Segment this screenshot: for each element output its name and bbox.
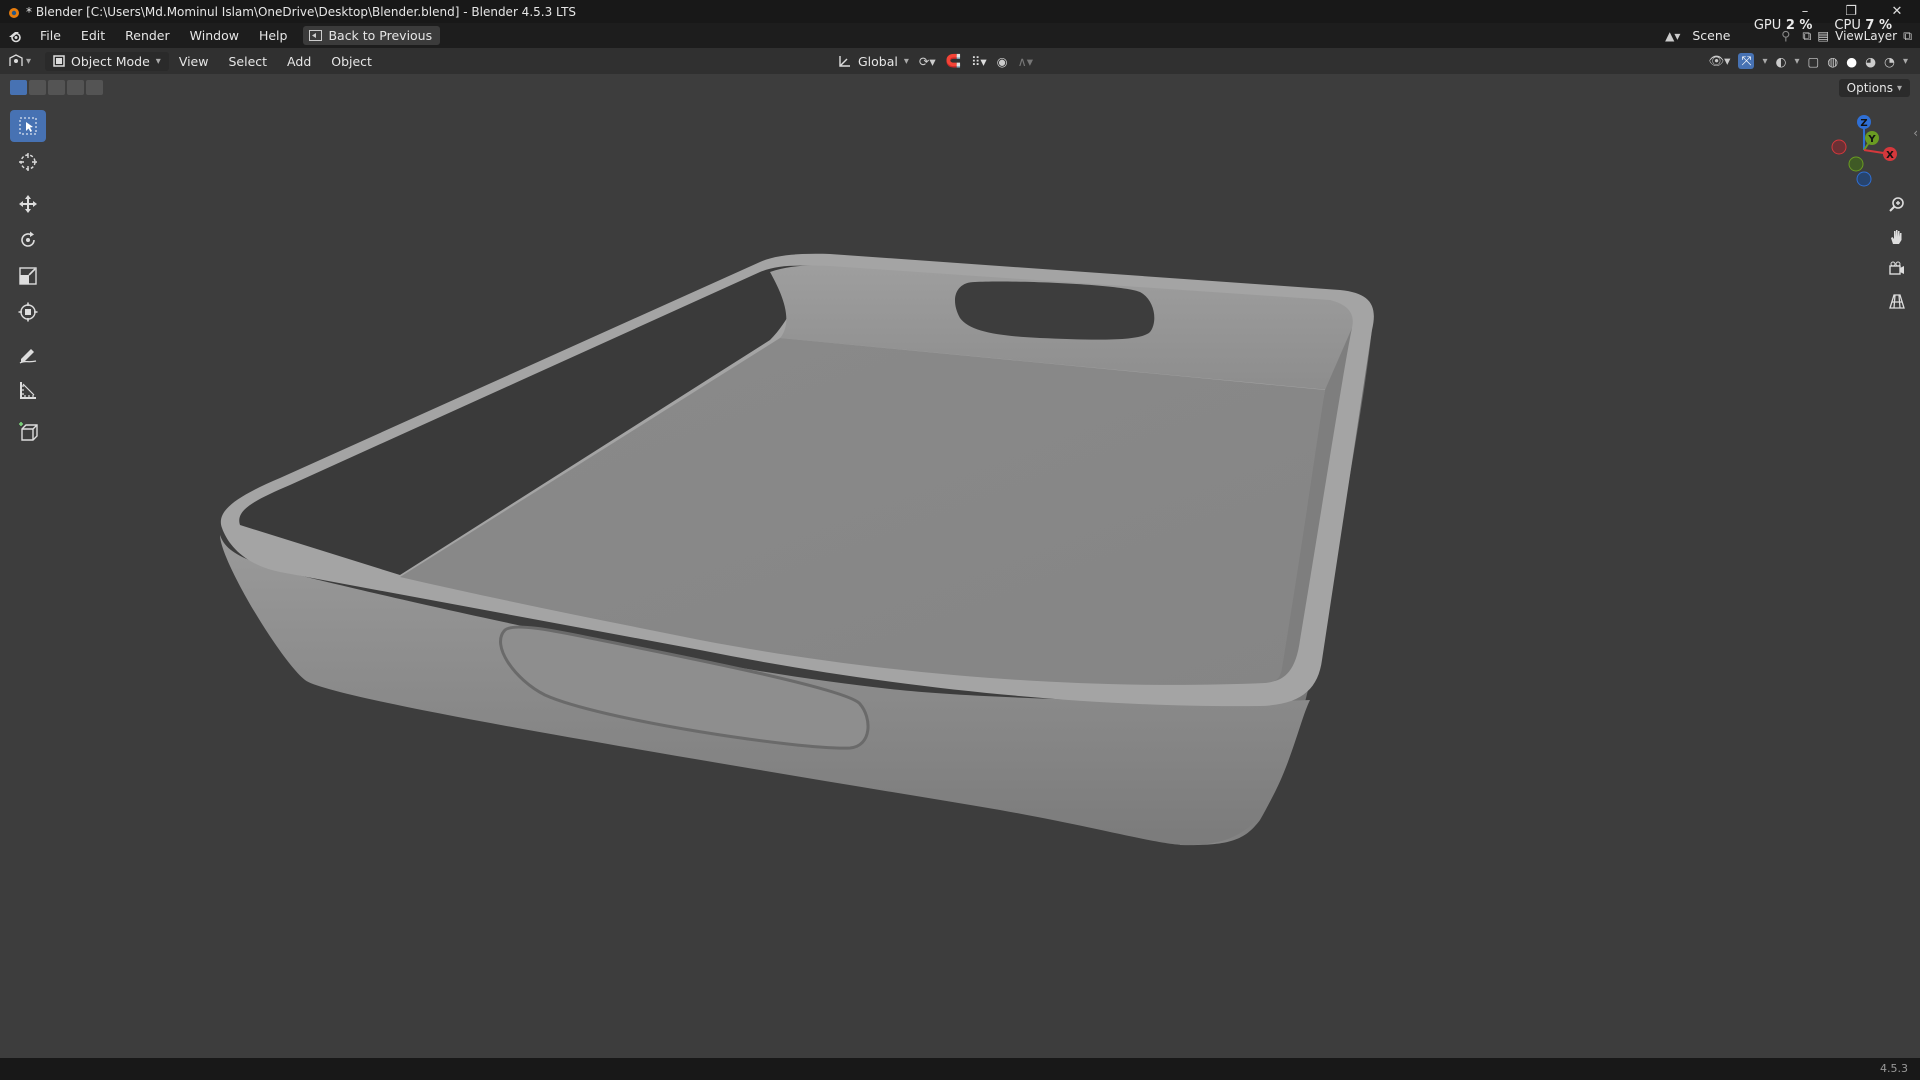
zoom-icon[interactable] (1884, 192, 1910, 218)
viewport-shading-controls: 👁▾ ⤧ ▾ ◐ ▾ ▢ ◍ ● ◕ ◔ ▾ (1708, 48, 1908, 74)
gizmo-z-label: Z (1860, 118, 1867, 129)
performance-overlay: GPU 2 % CPU 7 % (1754, 18, 1910, 33)
perspective-toggle-icon[interactable] (1884, 288, 1910, 314)
selection-mode-buttons (10, 80, 103, 95)
rendered-shading-icon[interactable]: ◔ (1884, 54, 1895, 69)
select-box-tool[interactable] (10, 110, 46, 142)
camera-view-icon[interactable] (1884, 256, 1910, 282)
scene-name: Scene (1692, 28, 1731, 43)
pan-hand-icon[interactable] (1884, 224, 1910, 250)
mode-label: Object Mode (71, 53, 150, 69)
measure-ruler-icon (20, 382, 36, 399)
cursor-tool[interactable] (10, 146, 46, 178)
select-new-icon[interactable] (10, 80, 27, 95)
back-to-previous-label: Back to Previous (328, 28, 433, 43)
viewport-navigation (1884, 192, 1910, 314)
menu-help[interactable]: Help (249, 28, 298, 43)
overlays-icon[interactable]: ◐ (1776, 54, 1787, 69)
object-mode-icon (53, 55, 65, 67)
menu-render[interactable]: Render (115, 28, 180, 43)
snap-target-icon[interactable]: ⠿▾ (971, 54, 986, 69)
rotate-tool[interactable] (10, 224, 46, 256)
gizmo-toggle-icon[interactable]: ⤧ (1738, 53, 1755, 69)
window-titlebar: * Blender [C:\Users\Md.Mominul Islam\One… (0, 0, 1920, 23)
menu-add[interactable]: Add (277, 54, 321, 69)
cpu-label: CPU (1834, 18, 1861, 33)
rotate-icon (21, 231, 35, 247)
select-extend-icon[interactable] (29, 80, 46, 95)
gpu-value: 2 % (1785, 18, 1813, 33)
orientation-icon (839, 56, 850, 67)
options-label: Options (1846, 81, 1893, 95)
overlays-dropdown-icon[interactable]: ▾ (1794, 56, 1799, 67)
menu-view[interactable]: View (169, 54, 219, 69)
select-invert-icon[interactable] (67, 80, 84, 95)
falloff-icon[interactable]: ∧▾ (1018, 54, 1033, 69)
select-box-icon (19, 117, 37, 135)
add-cube-tool[interactable] (10, 416, 46, 448)
menu-object[interactable]: Object (321, 54, 382, 69)
tool-shelf (10, 110, 46, 448)
xray-icon[interactable]: ▢ (1807, 54, 1819, 69)
scale-tool[interactable] (10, 260, 46, 292)
navigation-gizmo[interactable]: Z Y X (1824, 110, 1904, 190)
select-intersect-icon[interactable] (86, 80, 103, 95)
transform-controls: Global ▾ ⟳▾ 🧲 ⠿▾ ◉ ∧▾ (838, 48, 1033, 74)
menu-file[interactable]: File (30, 28, 71, 43)
wireframe-shading-icon[interactable]: ◍ (1827, 54, 1838, 69)
add-cube-icon (19, 422, 38, 441)
viewport[interactable] (0, 0, 1920, 1080)
mode-dropdown[interactable]: Object Mode ▾ (45, 51, 169, 71)
menu-edit[interactable]: Edit (71, 28, 115, 43)
blender-logo-icon (6, 5, 20, 19)
gizmo-neg-z-icon[interactable] (1856, 171, 1872, 187)
shading-dropdown-icon[interactable]: ▾ (1903, 56, 1908, 67)
select-subtract-icon[interactable] (48, 80, 65, 95)
menu-window[interactable]: Window (180, 28, 249, 43)
transform-tool[interactable] (10, 296, 46, 328)
status-bar: 4.5.3 (0, 1058, 1920, 1080)
gizmo-dropdown-icon[interactable]: ▾ (1762, 56, 1767, 67)
gpu-label: GPU (1753, 18, 1782, 33)
menu-select[interactable]: Select (218, 54, 277, 69)
screen-back-icon (309, 30, 323, 41)
gizmo-neg-y-icon[interactable] (1848, 156, 1864, 172)
annotate-pencil-icon (19, 349, 37, 364)
window-title: * Blender [C:\Users\Md.Mominul Islam\One… (26, 4, 577, 19)
tray-mesh[interactable] (220, 253, 1374, 846)
blender-menu-icon[interactable] (0, 29, 30, 43)
viewport-header: ▾ Object Mode ▾ View Select Add Object G… (0, 48, 1920, 74)
editor-type-dropdown[interactable]: ▾ (0, 54, 39, 68)
pivot-point-icon[interactable]: ⟳▾ (919, 54, 936, 69)
3d-viewport-icon (9, 54, 23, 66)
snap-icon[interactable]: 🧲 (946, 53, 962, 69)
transform-icon (18, 302, 38, 322)
gizmo-neg-x-icon[interactable] (1831, 139, 1847, 155)
gizmo-x-label: X (1886, 150, 1894, 161)
move-tool[interactable] (10, 188, 46, 220)
orientation-label: Global (858, 53, 898, 69)
scene-selector-icon[interactable]: ▲▾ (1665, 29, 1680, 43)
cursor-icon (19, 153, 37, 171)
annotate-tool[interactable] (10, 338, 46, 370)
move-icon (19, 195, 37, 213)
gizmo-y-label: Y (1867, 134, 1876, 145)
version-label: 4.5.3 (1880, 1062, 1908, 1075)
options-dropdown[interactable]: Options ▾ (1838, 79, 1910, 97)
sidebar-toggle-icon[interactable]: ‹ (1913, 126, 1918, 140)
measure-tool[interactable] (10, 374, 46, 406)
material-shading-icon[interactable]: ◕ (1865, 54, 1876, 69)
proportional-edit-icon[interactable]: ◉ (997, 54, 1008, 69)
cpu-value: 7 % (1865, 18, 1892, 33)
scale-icon (19, 267, 37, 285)
solid-shading-icon[interactable]: ● (1846, 54, 1857, 69)
top-menu-bar: File Edit Render Window Help Back to Pre… (0, 23, 1920, 48)
transform-orientation-dropdown[interactable]: Global ▾ (838, 54, 909, 69)
back-to-previous-button[interactable]: Back to Previous (303, 26, 441, 45)
visibility-icon[interactable]: 👁▾ (1708, 53, 1730, 69)
